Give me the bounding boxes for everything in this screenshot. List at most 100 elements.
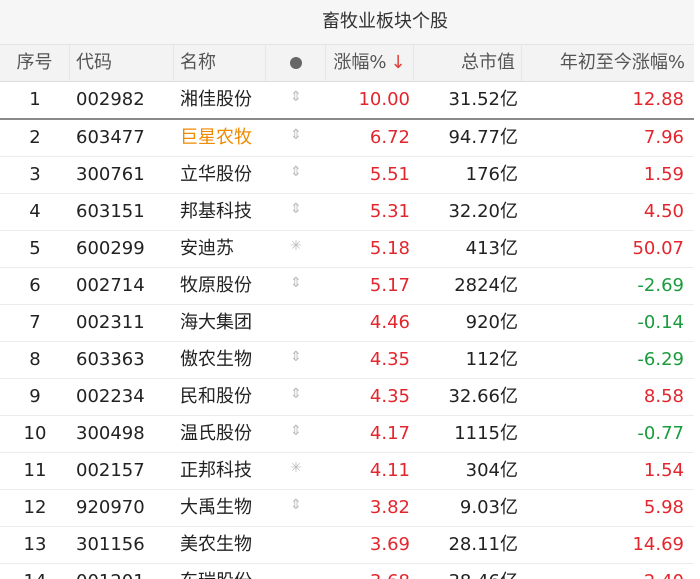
marker-cell: ✳ bbox=[266, 231, 326, 267]
table-row[interactable]: 4 603151 邦基科技 ⇕ 5.31 32.20亿 4.50 bbox=[0, 194, 700, 231]
row-index: 4 bbox=[29, 201, 41, 222]
ytd-change: -0.14 bbox=[637, 312, 684, 333]
table-row[interactable]: 8 603363 傲农生物 ⇕ 4.35 112亿 -6.29 bbox=[0, 342, 700, 379]
updown-marker-icon: ⇕ bbox=[290, 497, 302, 513]
stock-code: 002234 bbox=[76, 386, 145, 407]
marker-cell: ⇕ bbox=[266, 120, 326, 156]
row-index: 9 bbox=[29, 386, 41, 407]
col-header-marker[interactable] bbox=[266, 45, 326, 81]
stock-name: 大禹生物 bbox=[180, 497, 252, 518]
market-cap: 413亿 bbox=[465, 238, 518, 259]
change-percent: 5.17 bbox=[369, 275, 410, 296]
marker-cell: ⇕ bbox=[266, 268, 326, 304]
updown-marker-icon: ⇕ bbox=[290, 349, 302, 365]
star-marker-icon: ✳ bbox=[290, 460, 302, 476]
stock-code: 002311 bbox=[76, 312, 145, 333]
table-row[interactable]: 6 002714 牧原股份 ⇕ 5.17 2824亿 -2.69 bbox=[0, 268, 700, 305]
ytd-change: -6.29 bbox=[637, 349, 684, 370]
col-header-ytd-change[interactable]: 年初至今涨幅% bbox=[522, 45, 700, 81]
table-row[interactable]: 3 300761 立华股份 ⇕ 5.51 176亿 1.59 bbox=[0, 157, 700, 194]
stock-name: 邦基科技 bbox=[180, 201, 252, 222]
ytd-change: -2.69 bbox=[637, 275, 684, 296]
ytd-change: 14.69 bbox=[632, 534, 684, 555]
col-header-index[interactable]: 序号 bbox=[0, 45, 70, 81]
market-cap: 176亿 bbox=[465, 164, 518, 185]
table-row[interactable]: 7 002311 海大集团 4.46 920亿 -0.14 bbox=[0, 305, 700, 342]
change-percent: 4.35 bbox=[369, 349, 410, 370]
market-cap: 94.77亿 bbox=[448, 127, 518, 148]
table-row[interactable]: 10 300498 温氏股份 ⇕ 4.17 1115亿 -0.77 bbox=[0, 416, 700, 453]
market-cap: 32.20亿 bbox=[448, 201, 518, 222]
col-header-change-label: 涨幅% bbox=[333, 52, 387, 73]
sort-desc-icon: ↓ bbox=[390, 52, 406, 73]
stock-code: 600299 bbox=[76, 238, 145, 259]
row-index: 1 bbox=[29, 89, 41, 110]
change-percent: 5.51 bbox=[369, 164, 410, 185]
table-row[interactable]: 12 920970 大禹生物 ⇕ 3.82 9.03亿 5.98 bbox=[0, 490, 700, 527]
ytd-change: 7.96 bbox=[643, 127, 684, 148]
col-header-change[interactable]: 涨幅% ↓ bbox=[326, 45, 414, 81]
scrollbar[interactable] bbox=[694, 0, 700, 579]
ytd-change: 5.98 bbox=[643, 497, 684, 518]
change-percent: 4.17 bbox=[369, 423, 410, 444]
stock-code: 002982 bbox=[76, 89, 145, 110]
table-row[interactable]: 13 301156 美农生物 3.69 28.11亿 14.69 bbox=[0, 527, 700, 564]
market-cap: 28.11亿 bbox=[448, 534, 518, 555]
stock-name: 海大集团 bbox=[180, 312, 252, 333]
change-percent: 4.35 bbox=[369, 386, 410, 407]
table-row[interactable]: 5 600299 安迪苏 ✳ 5.18 413亿 50.07 bbox=[0, 231, 700, 268]
row-index: 5 bbox=[29, 238, 41, 259]
ytd-change: 2.40 bbox=[522, 564, 700, 579]
marker-cell: ⇕ bbox=[266, 490, 326, 526]
market-cap: 304亿 bbox=[465, 460, 518, 481]
ytd-change: 8.58 bbox=[643, 386, 684, 407]
stock-name: 温氏股份 bbox=[180, 423, 252, 444]
marker-cell bbox=[266, 564, 326, 579]
change-percent: 10.00 bbox=[358, 89, 410, 110]
panel-title: 畜牧业板块个股 bbox=[322, 11, 448, 32]
stock-name: 民和股份 bbox=[180, 386, 252, 407]
market-cap: 31.52亿 bbox=[448, 89, 518, 110]
market-cap: 1115亿 bbox=[454, 423, 518, 444]
market-cap: 2824亿 bbox=[454, 275, 518, 296]
market-cap: 9.03亿 bbox=[459, 497, 518, 518]
marker-cell: ✳ bbox=[266, 453, 326, 489]
stock-name: 安迪苏 bbox=[180, 238, 234, 259]
updown-marker-icon: ⇕ bbox=[290, 423, 302, 439]
col-header-market-cap[interactable]: 总市值 bbox=[414, 45, 522, 81]
row-index: 7 bbox=[29, 312, 41, 333]
table-row[interactable]: 2 603477 巨星农牧 ⇕ 6.72 94.77亿 7.96 bbox=[0, 120, 700, 157]
marker-cell bbox=[266, 305, 326, 341]
stock-code: 603363 bbox=[76, 349, 145, 370]
table-row[interactable]: 9 002234 民和股份 ⇕ 4.35 32.66亿 8.58 bbox=[0, 379, 700, 416]
col-header-name[interactable]: 名称 bbox=[174, 45, 266, 81]
updown-marker-icon: ⇕ bbox=[290, 386, 302, 402]
stock-name: 东瑞股份 bbox=[174, 564, 266, 579]
panel-header: 畜牧业板块个股 bbox=[0, 0, 700, 45]
table-body: 1 002982 湘佳股份 ⇕ 10.00 31.52亿 12.88 2 603477 巨星农牧 ⇕… bbox=[0, 82, 700, 579]
stock-code: 920970 bbox=[76, 497, 145, 518]
row-index: 6 bbox=[29, 275, 41, 296]
marker-cell bbox=[266, 527, 326, 563]
updown-marker-icon: ⇕ bbox=[290, 201, 302, 217]
ytd-change: 1.54 bbox=[643, 460, 684, 481]
col-header-code[interactable]: 代码 bbox=[70, 45, 174, 81]
market-cap: 32.66亿 bbox=[448, 386, 518, 407]
table-row[interactable]: 1 002982 湘佳股份 ⇕ 10.00 31.52亿 12.88 bbox=[0, 82, 700, 120]
market-cap: 112亿 bbox=[465, 349, 518, 370]
table-row[interactable]: 11 002157 正邦科技 ✳ 4.11 304亿 1.54 bbox=[0, 453, 700, 490]
change-percent: 3.69 bbox=[369, 534, 410, 555]
stock-name: 立华股份 bbox=[180, 164, 252, 185]
table-header: 序号 代码 名称 涨幅% ↓ 总市值 年初至今涨幅% bbox=[0, 45, 700, 82]
star-marker-icon: ✳ bbox=[290, 238, 302, 254]
table-row[interactable]: 14001201东瑞股份 3.6838.46亿2.40 bbox=[0, 564, 700, 579]
ytd-change: -0.77 bbox=[637, 423, 684, 444]
ytd-change: 1.59 bbox=[643, 164, 684, 185]
stock-name: 湘佳股份 bbox=[180, 89, 252, 110]
change-percent: 3.68 bbox=[326, 564, 414, 579]
ytd-change: 4.50 bbox=[643, 201, 684, 222]
change-percent: 4.11 bbox=[369, 460, 410, 481]
dot-icon bbox=[289, 57, 302, 69]
marker-cell: ⇕ bbox=[266, 379, 326, 415]
stock-name: 美农生物 bbox=[180, 534, 252, 555]
